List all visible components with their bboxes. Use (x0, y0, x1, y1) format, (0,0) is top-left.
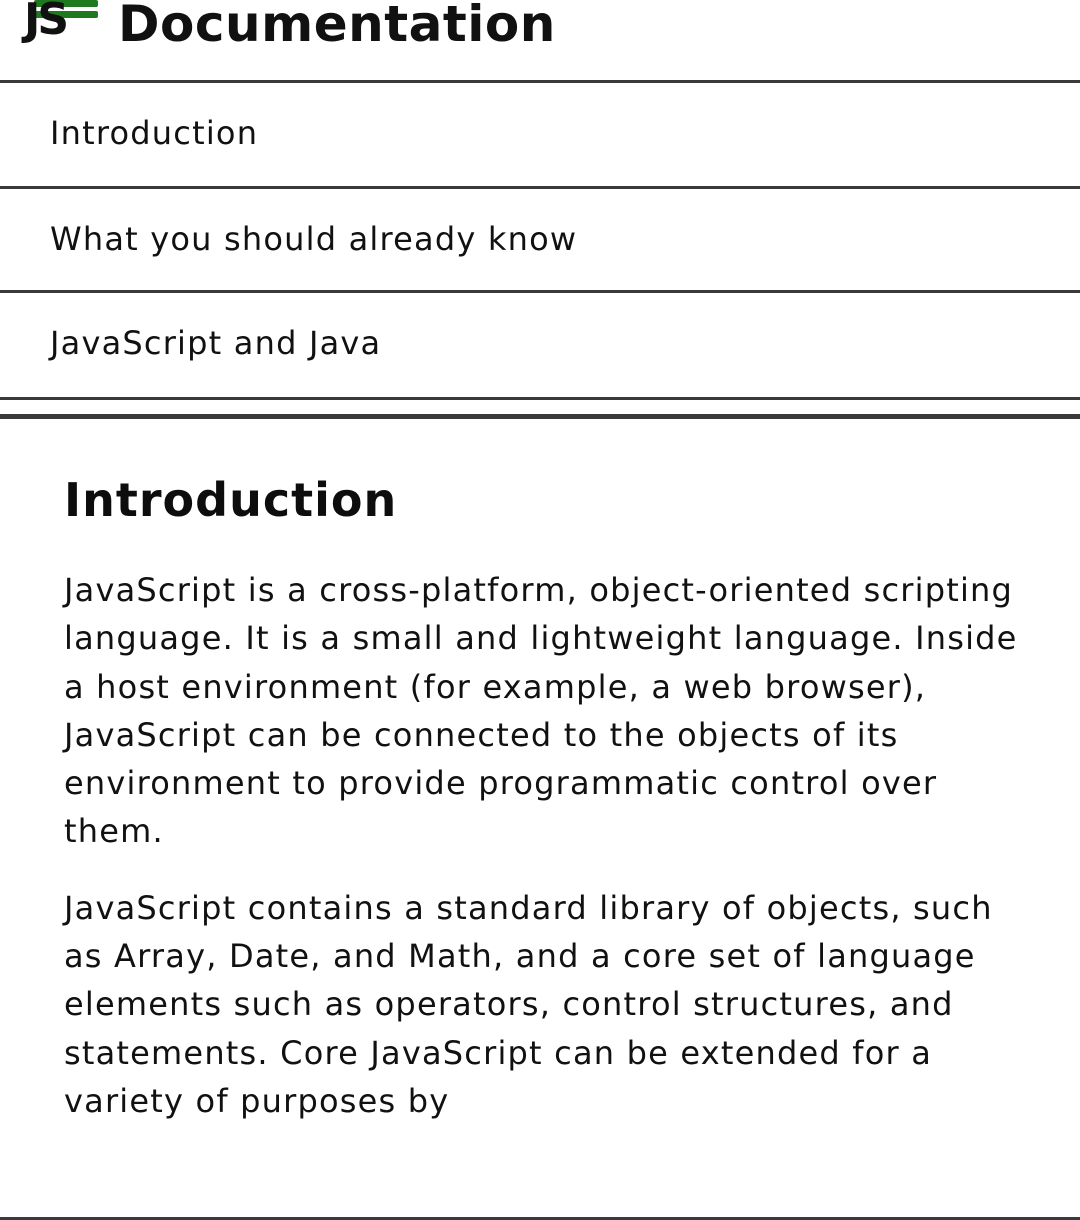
documentation-page: JS Documentation Introduction What you s… (0, 0, 1080, 1220)
section-paragraph: JavaScript is a cross-platform, object-o… (64, 571, 1018, 851)
nav-link-label[interactable]: Introduction (50, 113, 258, 153)
section-heading: Introduction (64, 473, 398, 527)
section-paragraph: JavaScript contains a standard library o… (64, 888, 993, 1120)
nav-link-label[interactable]: JavaScript and Java (50, 323, 381, 363)
page-title: Documentation (118, 0, 556, 53)
nav-link-introduction[interactable]: Introduction (0, 80, 1080, 186)
section-introduction: Introduction JavaScript is a cross-platf… (64, 470, 1044, 1125)
nav-link-label[interactable]: What you should already know (50, 219, 577, 259)
nav-divider (0, 414, 1080, 419)
logo-text: JS (24, 0, 69, 45)
nav-link-javascript-and-java[interactable]: JavaScript and Java (0, 290, 1080, 394)
main-content: Introduction JavaScript is a cross-platf… (64, 470, 1044, 1125)
nav-divider (0, 397, 1080, 400)
nav-link-what-you-should-already-know[interactable]: What you should already know (0, 186, 1080, 290)
navbar: Introduction What you should already kno… (0, 80, 1080, 394)
js-logo-icon: JS (24, 0, 106, 46)
page-header: JS Documentation (0, 0, 1080, 80)
